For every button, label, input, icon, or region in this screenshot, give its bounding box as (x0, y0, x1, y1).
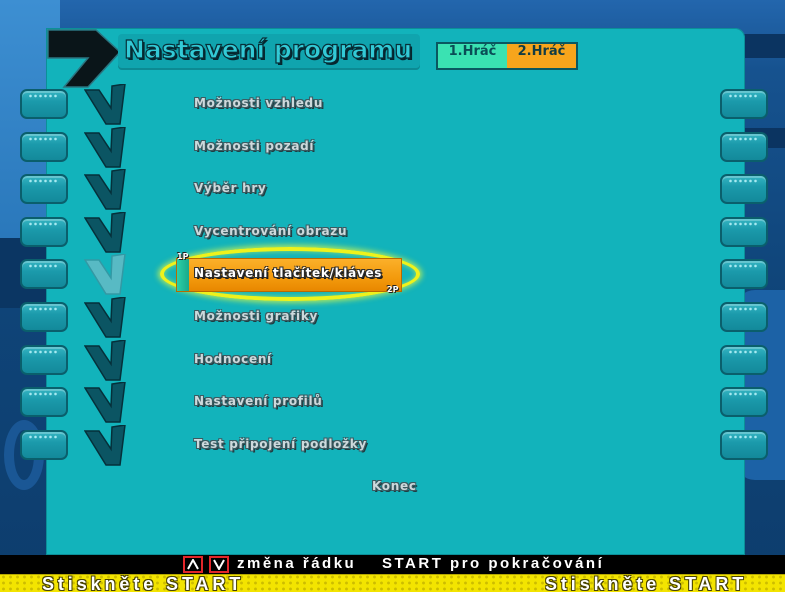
cursor-p2-label: 2P (387, 285, 399, 294)
change-row-hint: změna řádku (237, 555, 357, 572)
right-arrow-icon (47, 29, 122, 88)
menu-item-pad-connection-test[interactable]: Test připojení podložky (194, 437, 367, 453)
menu-item-profile-settings[interactable]: Nastavení profilů (194, 394, 323, 410)
press-start-left: Stiskněte START (42, 574, 245, 592)
menu-item-screen-centering[interactable]: Vycentrování obrazu (194, 224, 347, 240)
down-arrow-key-icon (209, 556, 229, 573)
selection-bar-edge (177, 259, 189, 291)
continue-hint: START pro pokračování (382, 555, 605, 572)
press-start-right: Stiskněte START (545, 574, 748, 592)
player-tabs: 1.Hráč 2.Hráč (436, 42, 578, 70)
menu-item-evaluation[interactable]: Hodnocení (194, 352, 272, 368)
menu-item-appearance-options[interactable]: Možnosti vzhledu (194, 96, 323, 112)
menu-item-graphics-options[interactable]: Možnosti grafiky (194, 309, 318, 325)
menu-item-game-select[interactable]: Výběr hry (194, 181, 267, 197)
menu-item-exit[interactable]: Konec (372, 479, 417, 495)
page-title: Nastavení programu (123, 34, 413, 64)
menu-item-background-options[interactable]: Možnosti pozadí (194, 139, 314, 155)
footer-hint-bar: změna řádku START pro pokračování (0, 555, 785, 574)
tab-player-1[interactable]: 1.Hráč (438, 44, 507, 68)
tab-player-2[interactable]: 2.Hráč (507, 44, 576, 68)
cursor-p1-label: 1P (177, 252, 189, 261)
up-arrow-key-icon (183, 556, 203, 573)
options-screen: Nastavení programu 1.Hráč 2.Hráč 1P 2P M… (0, 0, 785, 592)
press-start-band: Stiskněte START Stiskněte START (0, 574, 785, 592)
menu-item-button-key-config[interactable]: Nastavení tlačítek/kláves (194, 266, 382, 282)
background-ring (4, 420, 44, 490)
